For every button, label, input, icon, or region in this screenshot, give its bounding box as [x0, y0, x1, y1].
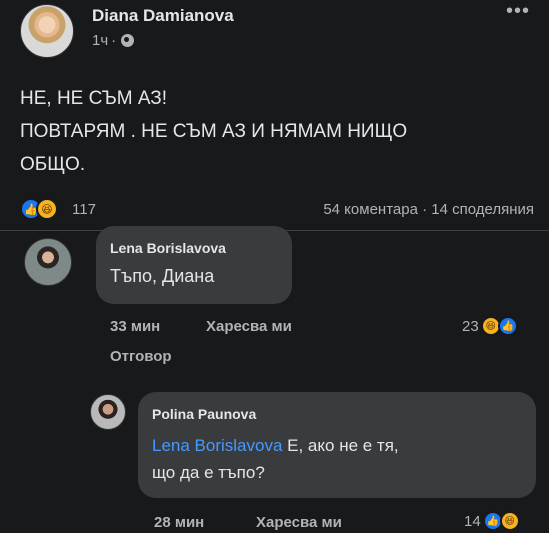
reactions-bar: 👍 😆 117 54 коментара · 14 споделяния — [20, 198, 534, 222]
reply-text-part-2: що да е тъпо? — [152, 463, 265, 482]
post-text-line-1: НЕ, НЕ СЪМ АЗ! — [20, 88, 168, 109]
comment-text: Тъпо, Диана — [110, 266, 215, 286]
commenter-avatar[interactable] — [24, 238, 72, 286]
reply-text: Lena Borislavova Е, ако не е тя, що да е… — [152, 432, 524, 486]
facebook-post-view: Diana Damianova 1ч · ••• НЕ, НЕ СЪМ АЗ! … — [0, 0, 549, 533]
more-options-icon[interactable]: ••• — [506, 0, 530, 23]
replier-avatar[interactable] — [90, 394, 126, 430]
author-name[interactable]: Diana Damianova — [92, 6, 234, 26]
like-icon: 👍 — [497, 316, 518, 336]
post-text-line-2: ПОВТАРЯМ . НЕ СЪМ АЗ И НЯМАМ НИЩО — [20, 121, 408, 142]
haha-icon: 😆 — [499, 511, 520, 531]
reply-reaction-count: 14 — [464, 512, 481, 530]
comment-reaction-count: 23 — [462, 317, 479, 335]
post-text: НЕ, НЕ СЪМ АЗ! ПОВТАРЯМ . НЕ СЪМ АЗ И НЯ… — [20, 82, 530, 181]
comment-reactions[interactable]: 23 😆 👍 — [462, 316, 518, 336]
mention-link[interactable]: Lena Borislavova — [152, 436, 282, 455]
post-text-line-3: ОБЩО. — [20, 154, 86, 175]
comment-time[interactable]: 33 мин — [110, 318, 160, 335]
post-header: Diana Damianova 1ч · ••• — [20, 0, 530, 60]
reply-text-part-1: Е, ако не е тя, — [282, 436, 399, 455]
haha-icon: 😆 — [36, 198, 58, 220]
comment-bubble: Lena Borislavova Тъпо, Диана — [96, 226, 292, 304]
meta-separator: · — [111, 32, 117, 49]
author-avatar[interactable] — [20, 4, 74, 58]
reply-like-button[interactable]: Харесва ми — [256, 514, 342, 531]
reply-time[interactable]: 28 мин — [154, 514, 204, 531]
reply-reactions[interactable]: 14 👍 😆 — [464, 511, 520, 531]
replier-name[interactable]: Polina Paunova — [152, 406, 256, 422]
comment-reply-button[interactable]: Отговор — [110, 348, 172, 365]
reaction-count[interactable]: 117 — [72, 201, 96, 218]
reply-bubble: Polina Paunova Lena Borislavova Е, ако н… — [138, 392, 536, 498]
reaction-icons[interactable]: 👍 😆 — [20, 198, 58, 220]
post-time[interactable]: 1ч — [92, 32, 108, 49]
globe-icon — [121, 34, 135, 47]
comment-like-button[interactable]: Харесва ми — [206, 318, 292, 335]
commenter-name[interactable]: Lena Borislavova — [110, 240, 226, 256]
comments-shares-count[interactable]: 54 коментара · 14 споделяния — [323, 201, 534, 218]
post-meta: 1ч · — [92, 32, 135, 49]
